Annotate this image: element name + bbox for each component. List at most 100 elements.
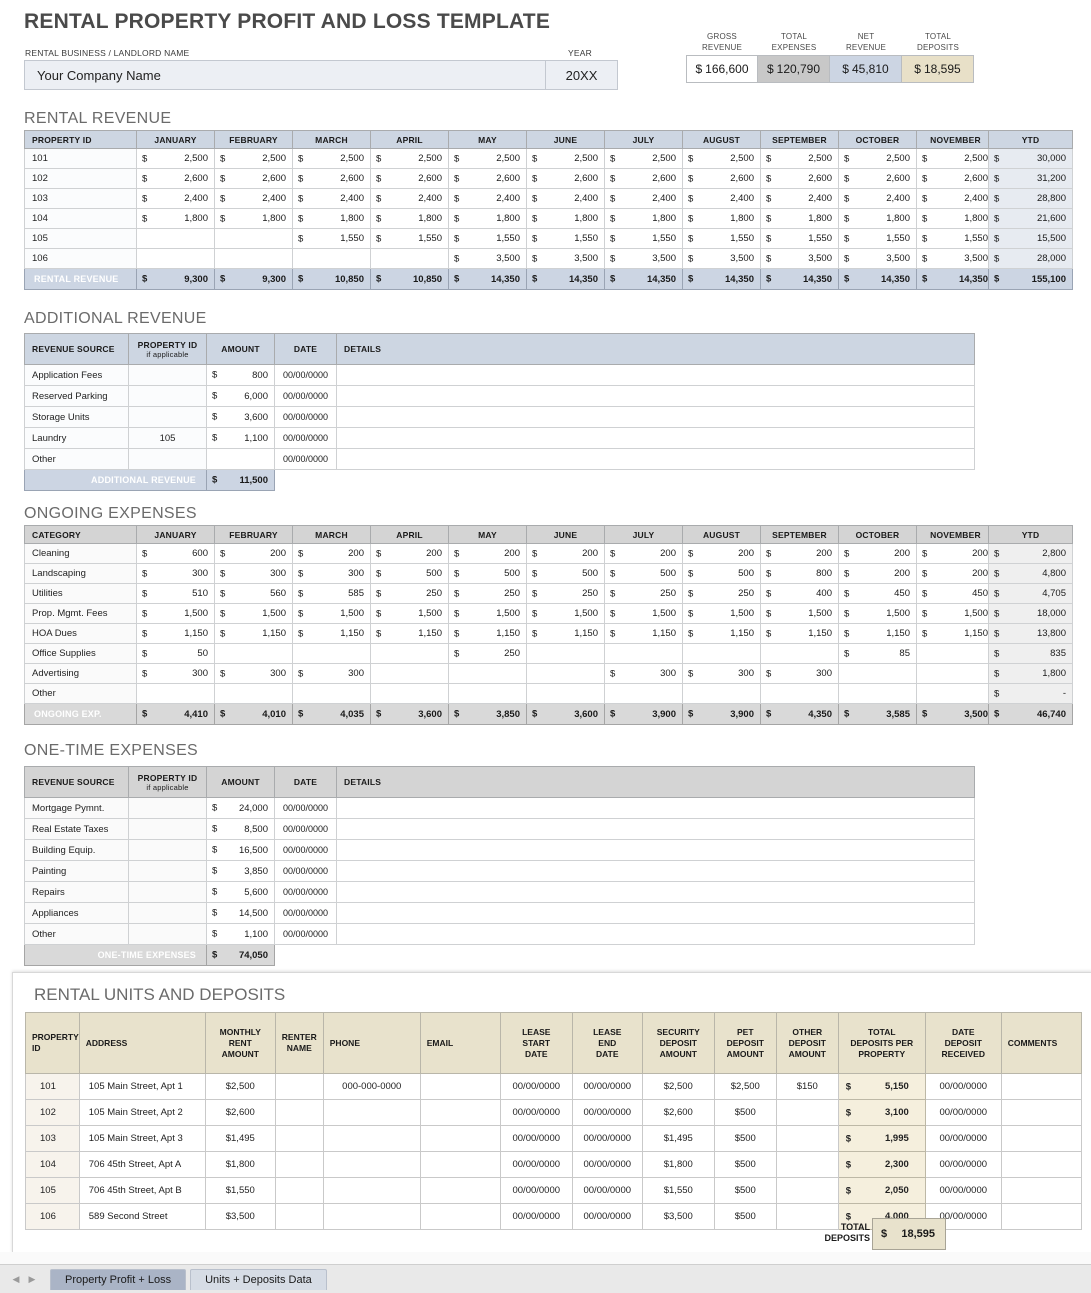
table-cell-money[interactable]: $3,500 — [917, 249, 995, 269]
table-cell-money[interactable]: $2,600 — [371, 169, 449, 189]
table-cell-money[interactable]: $1,150 — [293, 624, 371, 644]
additional-revenue-row-property-id[interactable] — [129, 407, 207, 428]
table-cell-money[interactable]: $1,800 — [215, 209, 293, 229]
table-cell-empty[interactable] — [215, 229, 293, 249]
table-cell-money[interactable]: $74,050 — [207, 945, 275, 966]
onetime-expenses-row-source[interactable]: Other — [25, 924, 129, 945]
onetime-expenses-row-source[interactable]: Building Equip. — [25, 840, 129, 861]
table-cell-money[interactable]: $3,500 — [917, 704, 995, 725]
table-cell-empty[interactable] — [839, 664, 917, 684]
table-cell-money[interactable]: $300 — [293, 564, 371, 584]
table-cell-money[interactable]: $510 — [137, 584, 215, 604]
deposit-row-comments[interactable] — [1001, 1126, 1081, 1152]
table-cell-money[interactable]: $1,150 — [683, 624, 761, 644]
table-cell-empty[interactable] — [449, 664, 527, 684]
business-name-input[interactable]: Your Company Name — [24, 60, 546, 90]
table-cell-money[interactable]: $3,500 — [761, 249, 839, 269]
table-cell-money[interactable]: $250 — [683, 584, 761, 604]
sheet-tab-2[interactable]: Units + Deposits Data — [190, 1269, 327, 1290]
deposit-row-security[interactable]: $1,495 — [642, 1126, 714, 1152]
table-cell-money[interactable]: $3,500 — [449, 249, 527, 269]
ongoing-expenses-row-label[interactable]: HOA Dues — [25, 624, 137, 644]
deposit-row-rent[interactable]: $1,800 — [205, 1152, 275, 1178]
deposit-row-rent[interactable]: $1,495 — [205, 1126, 275, 1152]
table-cell-empty[interactable] — [293, 684, 371, 704]
table-cell-money[interactable]: $9,300 — [215, 269, 293, 290]
table-cell-money[interactable]: $2,600 — [839, 169, 917, 189]
deposit-row-received[interactable]: 00/00/0000 — [925, 1126, 1001, 1152]
deposit-row-phone[interactable] — [323, 1178, 420, 1204]
deposit-row-renter[interactable] — [275, 1074, 323, 1100]
table-cell-money[interactable]: $1,150 — [605, 624, 683, 644]
table-cell-money[interactable]: $3,600 — [207, 407, 275, 428]
table-cell-money[interactable]: $46,740 — [989, 704, 1073, 725]
table-cell-money[interactable]: $200 — [293, 544, 371, 564]
table-cell-money[interactable]: $2,500 — [449, 149, 527, 169]
table-cell-money[interactable]: $2,400 — [215, 189, 293, 209]
table-cell-money[interactable]: $1,800 — [371, 209, 449, 229]
table-cell-money[interactable]: $16,500 — [207, 840, 275, 861]
table-cell-money[interactable]: $2,500 — [605, 149, 683, 169]
table-cell-empty[interactable] — [293, 644, 371, 664]
table-cell-empty[interactable] — [371, 644, 449, 664]
deposit-row-lease-end[interactable]: 00/00/0000 — [572, 1178, 642, 1204]
additional-revenue-row-date[interactable]: 00/00/0000 — [275, 365, 337, 386]
table-cell-empty[interactable] — [917, 664, 995, 684]
table-cell-money[interactable]: $1,500 — [293, 604, 371, 624]
table-cell-empty[interactable] — [215, 644, 293, 664]
table-cell-empty[interactable] — [917, 684, 995, 704]
table-cell-empty[interactable] — [137, 684, 215, 704]
deposit-row-address[interactable]: 706 45th Street, Apt B — [79, 1178, 205, 1204]
onetime-expenses-row-date[interactable]: 00/00/0000 — [275, 861, 337, 882]
deposit-row-rent[interactable]: $1,550 — [205, 1178, 275, 1204]
rental-revenue-row-label[interactable]: 105 — [25, 229, 137, 249]
table-cell-money[interactable]: $500 — [371, 564, 449, 584]
deposit-row-address[interactable]: 105 Main Street, Apt 2 — [79, 1100, 205, 1126]
deposit-row-other[interactable] — [776, 1126, 838, 1152]
table-cell-money[interactable]: $1,800 — [605, 209, 683, 229]
table-cell-money[interactable]: $200 — [917, 544, 995, 564]
table-cell-money[interactable]: $2,400 — [839, 189, 917, 209]
table-cell-money[interactable]: $1,800 — [137, 209, 215, 229]
table-cell-money[interactable]: $14,350 — [605, 269, 683, 290]
deposit-row-rent[interactable]: $2,600 — [205, 1100, 275, 1126]
table-cell-money[interactable]: $14,350 — [917, 269, 995, 290]
deposit-row-security[interactable]: $2,600 — [642, 1100, 714, 1126]
table-cell-money[interactable]: $21,600 — [989, 209, 1073, 229]
table-cell-money[interactable]: $1,150 — [137, 624, 215, 644]
table-cell-money[interactable]: $2,500 — [761, 149, 839, 169]
table-cell-money[interactable]: $4,705 — [989, 584, 1073, 604]
table-cell-money[interactable]: $2,600 — [293, 169, 371, 189]
table-cell-money[interactable]: $200 — [839, 544, 917, 564]
deposit-row-id[interactable]: 105 — [26, 1178, 80, 1204]
table-cell-empty[interactable] — [527, 684, 605, 704]
table-cell-money[interactable]: $300 — [293, 664, 371, 684]
deposit-row-pet[interactable]: $500 — [714, 1100, 776, 1126]
ongoing-expenses-row-label[interactable]: Utilities — [25, 584, 137, 604]
onetime-expenses-row-details[interactable] — [337, 924, 975, 945]
onetime-expenses-row-date[interactable]: 00/00/0000 — [275, 882, 337, 903]
table-cell-money[interactable]: $2,400 — [371, 189, 449, 209]
table-cell-money[interactable]: $500 — [527, 564, 605, 584]
table-cell-empty[interactable] — [371, 249, 449, 269]
table-cell-empty[interactable] — [293, 249, 371, 269]
onetime-expenses-row-date[interactable]: 00/00/0000 — [275, 819, 337, 840]
table-cell-empty[interactable] — [215, 684, 293, 704]
table-cell-money[interactable]: $2,400 — [605, 189, 683, 209]
table-cell-money[interactable]: $2,600 — [527, 169, 605, 189]
additional-revenue-row-details[interactable] — [337, 449, 975, 470]
table-cell-money[interactable]: $3,900 — [605, 704, 683, 725]
table-cell-money[interactable]: $300 — [215, 664, 293, 684]
table-cell-money[interactable]: $3,600 — [371, 704, 449, 725]
rental-revenue-row-label[interactable]: 101 — [25, 149, 137, 169]
deposit-row-other[interactable] — [776, 1100, 838, 1126]
table-cell-money[interactable]: $500 — [683, 564, 761, 584]
onetime-expenses-row-property-id[interactable] — [129, 798, 207, 819]
table-cell-money[interactable]: $4,410 — [137, 704, 215, 725]
table-cell-money[interactable]: $1,500 — [215, 604, 293, 624]
table-cell-money[interactable]: $250 — [371, 584, 449, 604]
table-cell-money[interactable]: $1,800 — [839, 209, 917, 229]
deposit-row-lease-end[interactable]: 00/00/0000 — [572, 1204, 642, 1230]
deposit-row-received[interactable]: 00/00/0000 — [925, 1074, 1001, 1100]
deposit-row-email[interactable] — [420, 1152, 500, 1178]
